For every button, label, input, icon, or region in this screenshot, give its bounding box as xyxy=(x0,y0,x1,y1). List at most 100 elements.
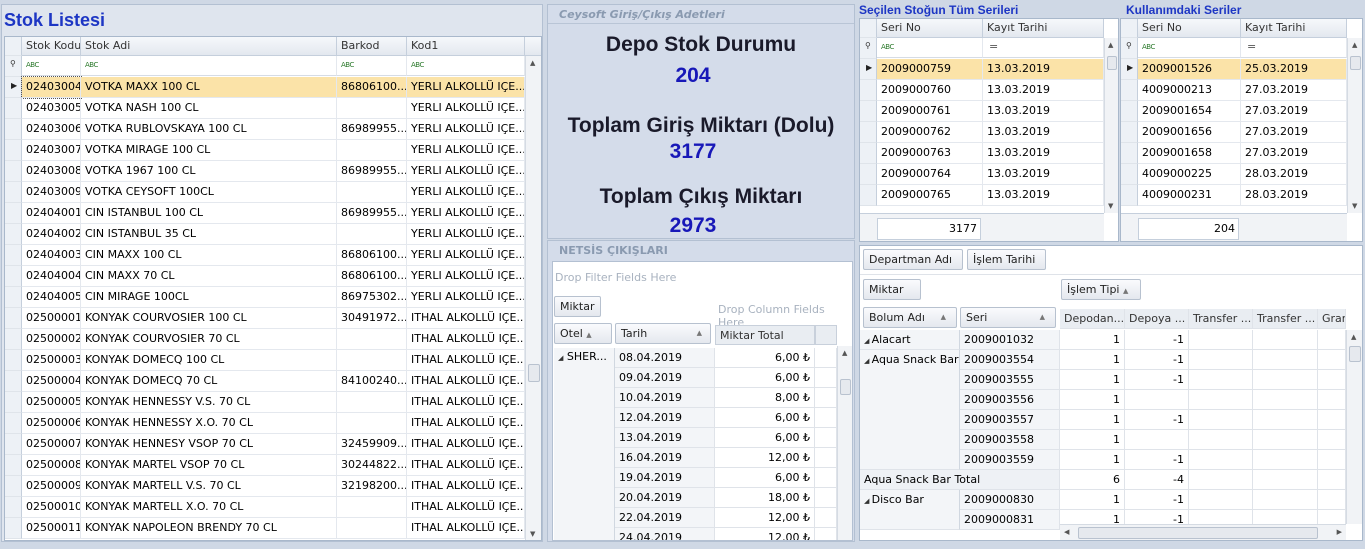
filter-kod1[interactable]: ABC xyxy=(407,56,525,76)
collapse-icon[interactable]: ◢ xyxy=(864,337,872,345)
seri-no-cell[interactable]: 2009000765 xyxy=(877,185,983,206)
scroll-down-icon[interactable]: ▼ xyxy=(1352,202,1357,210)
stock-cell[interactable]: VOTKA MAXX 100 CL xyxy=(81,77,337,98)
pivot-value-cell[interactable] xyxy=(1318,390,1346,410)
pivot-value-cell[interactable]: -1 xyxy=(1125,330,1189,350)
value-header-transfer-2[interactable]: Transfer ... xyxy=(1253,309,1318,329)
row-field-seri[interactable]: Seri ▲ xyxy=(960,307,1056,328)
row-indicator[interactable] xyxy=(860,164,877,185)
stock-cell[interactable]: 02403007 xyxy=(22,140,81,161)
filter-field-islem-tarihi[interactable]: İşlem Tarihi xyxy=(967,249,1046,270)
stock-cell[interactable]: 02404004 xyxy=(22,266,81,287)
stock-cell[interactable]: ITHAL ALKOLLÜ IÇE... xyxy=(407,518,525,539)
stock-cell[interactable]: 02500003 xyxy=(22,350,81,371)
netsis-total-cell[interactable]: 8,00 ₺ xyxy=(715,388,815,408)
kayit-tarihi-cell[interactable]: 28.03.2019 xyxy=(1241,164,1347,185)
kayit-tarihi-cell[interactable]: 13.03.2019 xyxy=(983,164,1104,185)
scroll-down-icon[interactable]: ▼ xyxy=(530,530,535,538)
stock-cell[interactable]: 02403005 xyxy=(22,98,81,119)
pivot-value-cell[interactable]: 1 xyxy=(1060,450,1125,470)
netsis-total-cell[interactable]: 6,00 ₺ xyxy=(715,368,815,388)
pivot-value-cell[interactable] xyxy=(1253,370,1318,390)
pivot-value-cell[interactable] xyxy=(1253,470,1318,490)
pivot-value-cell[interactable]: 1 xyxy=(1060,370,1125,390)
row-indicator[interactable] xyxy=(5,329,22,350)
scroll-thumb[interactable] xyxy=(1078,527,1318,539)
stock-cell[interactable]: CIN ISTANBUL 35 CL xyxy=(81,224,337,245)
stock-cell[interactable] xyxy=(337,392,407,413)
stock-cell[interactable]: 02403008 xyxy=(22,161,81,182)
stock-cell[interactable]: VOTKA NASH 100 CL xyxy=(81,98,337,119)
pivot-value-cell[interactable]: 1 xyxy=(1060,350,1125,370)
kayit-tarihi-cell[interactable]: 27.03.2019 xyxy=(1241,143,1347,164)
stock-cell[interactable] xyxy=(337,413,407,434)
row-indicator[interactable] xyxy=(860,122,877,143)
stock-cell[interactable]: 02403006 xyxy=(22,119,81,140)
scroll-down-icon[interactable]: ▼ xyxy=(1108,202,1113,210)
netsis-date-cell[interactable]: 08.04.2019 xyxy=(615,348,715,368)
stock-cell[interactable] xyxy=(337,224,407,245)
seri-no-cell[interactable]: 2009000760 xyxy=(877,80,983,101)
stock-cell[interactable]: VOTKA 1967 100 CL xyxy=(81,161,337,182)
stock-cell[interactable] xyxy=(337,518,407,539)
row-indicator[interactable]: ▶ xyxy=(5,77,22,98)
seri-no-cell[interactable]: 2009000761 xyxy=(877,101,983,122)
pivot-value-cell[interactable] xyxy=(1189,410,1253,430)
kayit-tarihi-cell[interactable]: 13.03.2019 xyxy=(983,143,1104,164)
netsis-total-cell[interactable]: 18,00 ₺ xyxy=(715,488,815,508)
value-header-transfer-1[interactable]: Transfer ... xyxy=(1189,309,1253,329)
kayit-tarihi-cell[interactable]: 25.03.2019 xyxy=(1241,59,1347,80)
stock-cell[interactable]: KONYAK HENNESSY X.O. 70 CL xyxy=(81,413,337,434)
stock-cell[interactable]: YERLI ALKOLLÜ IÇE... xyxy=(407,266,525,287)
scroll-thumb[interactable] xyxy=(840,379,851,395)
netsis-date-cell[interactable]: 22.04.2019 xyxy=(615,508,715,528)
used-series-scrollbar[interactable]: ▲ ▼ xyxy=(1347,38,1362,213)
dept-hscrollbar[interactable]: ◀ ▶ xyxy=(1060,524,1346,540)
netsis-date-cell[interactable]: 24.04.2019 xyxy=(615,528,715,540)
netsis-date-cell[interactable]: 09.04.2019 xyxy=(615,368,715,388)
seri-no-cell[interactable]: 2009000762 xyxy=(877,122,983,143)
stock-cell[interactable]: 02500004 xyxy=(22,371,81,392)
stock-cell[interactable]: 32198200... xyxy=(337,476,407,497)
stock-cell[interactable] xyxy=(337,98,407,119)
row-indicator[interactable] xyxy=(1121,143,1138,164)
stock-cell[interactable]: ITHAL ALKOLLÜ IÇE... xyxy=(407,308,525,329)
stock-cell[interactable]: ITHAL ALKOLLÜ IÇE... xyxy=(407,476,525,497)
stock-cell[interactable]: 86806100... xyxy=(337,266,407,287)
seri-no-cell[interactable]: 2009001526 xyxy=(1138,59,1241,80)
kayit-tarihi-cell[interactable]: 27.03.2019 xyxy=(1241,122,1347,143)
stock-cell[interactable]: 02404002 xyxy=(22,224,81,245)
stock-cell[interactable]: KONYAK DOMECQ 70 CL xyxy=(81,371,337,392)
filter-seri-no[interactable]: ABC xyxy=(877,38,983,58)
data-field-miktar[interactable]: Miktar xyxy=(863,279,921,300)
collapse-icon[interactable]: ◢ xyxy=(558,354,563,362)
seri-no-cell[interactable]: 4009000225 xyxy=(1138,164,1241,185)
used-series-grid[interactable]: Seri No Kayıt Tarihi ⚲ ABC = ▶ 2009001526… xyxy=(1120,18,1363,242)
stock-cell[interactable]: ITHAL ALKOLLÜ IÇE... xyxy=(407,392,525,413)
stock-grid-scrollbar[interactable]: ▲ ▼ xyxy=(525,56,541,540)
netsis-data-field-miktar[interactable]: Miktar xyxy=(554,296,601,317)
pivot-value-cell[interactable]: -1 xyxy=(1125,370,1189,390)
pivot-value-cell[interactable] xyxy=(1253,350,1318,370)
stock-cell[interactable]: 02500006 xyxy=(22,413,81,434)
stock-cell[interactable]: YERLI ALKOLLÜ IÇE... xyxy=(407,245,525,266)
stock-cell[interactable]: YERLI ALKOLLÜ IÇE... xyxy=(407,161,525,182)
seri-no-cell[interactable]: 2009001654 xyxy=(1138,101,1241,122)
stock-cell[interactable]: 02500005 xyxy=(22,392,81,413)
seri-no-cell[interactable]: 2009001658 xyxy=(1138,143,1241,164)
pivot-value-cell[interactable] xyxy=(1318,350,1346,370)
stock-cell[interactable] xyxy=(337,497,407,518)
col-header-kayit-tarihi[interactable]: Kayıt Tarihi xyxy=(1241,19,1347,38)
pivot-value-cell[interactable] xyxy=(1318,370,1346,390)
stock-cell[interactable]: CIN ISTANBUL 100 CL xyxy=(81,203,337,224)
scroll-up-icon[interactable]: ▲ xyxy=(1351,333,1356,341)
all-series-scrollbar[interactable]: ▲ ▼ xyxy=(1104,38,1118,213)
row-indicator[interactable] xyxy=(5,392,22,413)
row-indicator[interactable] xyxy=(860,101,877,122)
netsis-total-cell[interactable]: 12,00 ₺ xyxy=(715,528,815,540)
row-indicator[interactable] xyxy=(5,308,22,329)
stock-cell[interactable]: VOTKA CEYSOFT 100CL xyxy=(81,182,337,203)
col-header-seri-no[interactable]: Seri No xyxy=(1138,19,1241,38)
kayit-tarihi-cell[interactable]: 13.03.2019 xyxy=(983,80,1104,101)
scroll-thumb[interactable] xyxy=(1349,346,1361,362)
